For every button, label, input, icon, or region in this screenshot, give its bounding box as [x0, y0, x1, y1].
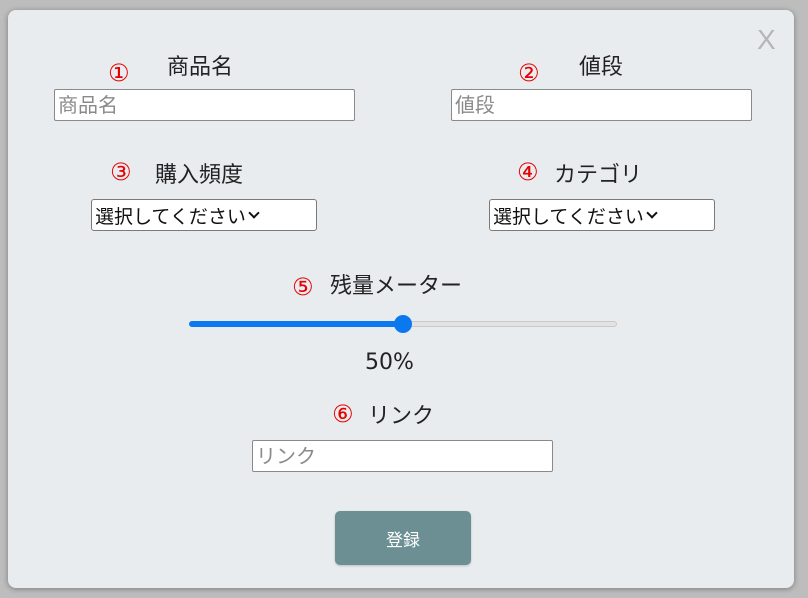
category-label: カテゴリ — [554, 163, 643, 188]
annotation-number-1: ① — [108, 59, 130, 87]
product-name-input[interactable] — [54, 89, 355, 121]
annotation-number-6: ⑥ — [332, 400, 354, 428]
close-icon[interactable]: X — [757, 24, 776, 56]
price-label: 値段 — [579, 55, 624, 80]
purchase-frequency-select-value: 選択してください — [95, 205, 246, 228]
remaining-meter-label: 残量メーター — [330, 274, 463, 299]
annotation-number-3: ③ — [110, 158, 132, 186]
chevron-down-icon — [248, 206, 260, 219]
link-label: リンク — [368, 404, 435, 429]
purchase-frequency-select[interactable]: 選択してください — [91, 199, 317, 231]
annotation-number-4: ④ — [517, 158, 539, 186]
annotation-number-5: ⑤ — [292, 273, 314, 301]
price-input[interactable] — [451, 89, 752, 121]
register-button[interactable]: 登録 — [335, 511, 471, 565]
category-select-value: 選択してください — [493, 205, 644, 228]
chevron-down-icon — [646, 206, 658, 219]
remaining-slider-thumb[interactable] — [394, 315, 412, 333]
remaining-slider-fill — [189, 321, 403, 327]
remaining-value-text: 50% — [365, 350, 414, 375]
link-input[interactable] — [252, 440, 553, 472]
annotation-number-2: ② — [518, 59, 540, 87]
product-name-label: 商品名 — [167, 55, 234, 80]
purchase-frequency-label: 購入頻度 — [155, 163, 244, 188]
category-select[interactable]: 選択してください — [489, 199, 715, 231]
